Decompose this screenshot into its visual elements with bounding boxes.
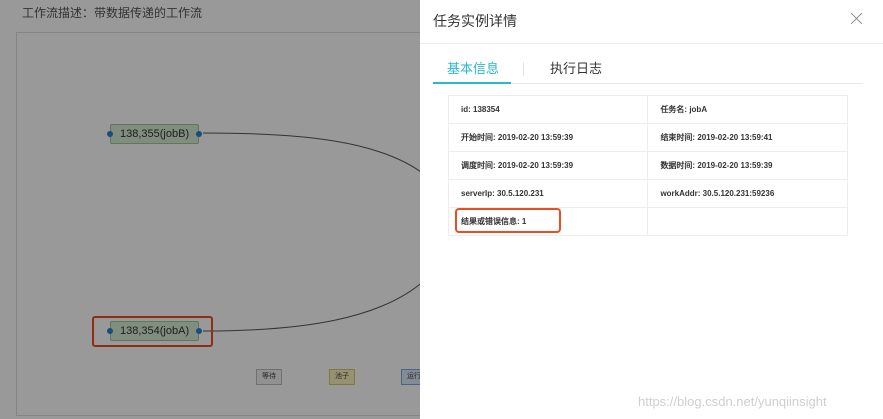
watermark-text: https://blog.csdn.net/yunqiinsight (638, 394, 827, 409)
table-row: id: 138354 任务名: jobA (447, 95, 848, 124)
active-tab-indicator (433, 82, 511, 84)
drawer-mask[interactable] (0, 0, 420, 419)
tab-execution-log[interactable]: 执行日志 (550, 58, 602, 77)
tab-divider (523, 62, 524, 76)
table-row: 调度时间: 2019-02-20 13:59:39 数据时间: 2019-02-… (447, 151, 848, 180)
highlight-box-result (455, 208, 561, 233)
drawer-header: 任务实例详情 (420, 0, 883, 44)
detail-id: id: 138354 (447, 95, 649, 124)
detail-end-time: 结束时间: 2019-02-20 13:59:41 (647, 123, 848, 152)
detail-schedule-time: 调度时间: 2019-02-20 13:59:39 (447, 151, 649, 180)
detail-work-addr: workAddr: 30.5.120.231:59236 (647, 179, 848, 208)
table-row: 开始时间: 2019-02-20 13:59:39 结束时间: 2019-02-… (447, 123, 848, 152)
detail-data-time: 数据时间: 2019-02-20 13:59:39 (647, 151, 848, 180)
detail-server-ip: serverIp: 30.5.120.231 (447, 179, 649, 208)
detail-start-time: 开始时间: 2019-02-20 13:59:39 (447, 123, 649, 152)
drawer-tabs: 基本信息 执行日志 (420, 50, 883, 84)
table-row: serverIp: 30.5.120.231 workAddr: 30.5.12… (447, 179, 848, 208)
detail-empty-cell (647, 207, 848, 236)
close-icon[interactable] (849, 11, 865, 27)
tab-basic-info[interactable]: 基本信息 (447, 58, 499, 77)
detail-task-name: 任务名: jobA (647, 95, 848, 124)
drawer-title: 任务实例详情 (433, 13, 517, 29)
